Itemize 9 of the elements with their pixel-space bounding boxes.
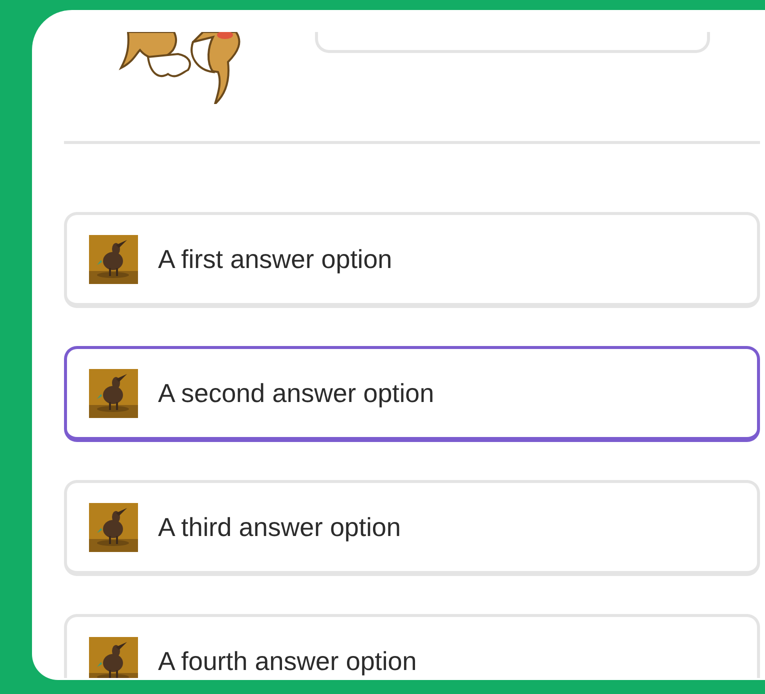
option-text: A fourth answer option	[158, 646, 417, 676]
answer-option[interactable]: A first answer option	[64, 212, 760, 308]
option-text: A second answer option	[158, 378, 434, 408]
text-box[interactable]	[315, 32, 710, 53]
option-text: A first answer option	[158, 244, 392, 274]
option-text: A third answer option	[158, 512, 401, 542]
answer-option[interactable]: A fourth answer option	[64, 614, 760, 678]
answer-option[interactable]: A third answer option	[64, 480, 760, 576]
answer-option[interactable]: A second answer option	[64, 346, 760, 442]
